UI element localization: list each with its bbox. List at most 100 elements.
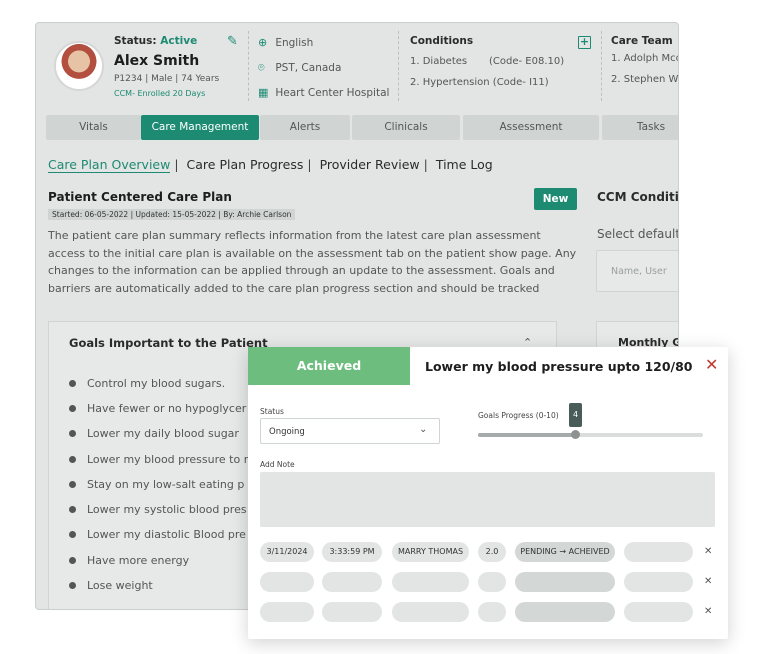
separator: | [307, 157, 312, 172]
log-placeholder [515, 602, 615, 622]
select-default-label: Select default [597, 227, 679, 241]
goal-text: Lower my blood pressure to r [87, 453, 249, 466]
status-line: Status: Active [114, 35, 197, 47]
progress-fill [478, 433, 575, 437]
goal-text: Have more energy [87, 554, 190, 567]
achieved-badge: Achieved [248, 347, 410, 385]
log-transition: PENDING → ACHEIVED [515, 542, 615, 562]
separator: | [423, 157, 428, 172]
condition-item: 1. Diabetes [410, 56, 468, 67]
enrollment-info: CCM- Enrolled 20 Days [114, 89, 206, 98]
name-user-placeholder: Name, User [611, 266, 667, 277]
new-button[interactable]: New [534, 188, 577, 210]
language-row: ⊕ English [258, 36, 313, 49]
condition-code: (Code- E08.10) [489, 56, 565, 67]
patient-avatar [54, 41, 104, 91]
name-user-input[interactable]: Name, User [596, 250, 678, 292]
log-placeholder [478, 572, 506, 592]
bullet-icon [69, 429, 76, 437]
goal-item: Control my blood sugars. [69, 377, 225, 390]
close-icon[interactable]: ✕ [705, 357, 718, 373]
subnav-time-log[interactable]: Time Log [436, 157, 493, 172]
goal-item: Lower my systolic blood pres [69, 503, 247, 516]
progress-value-badge: 4 [569, 403, 582, 427]
tab-care-management[interactable]: Care Management [141, 115, 259, 140]
subnav-care-plan-progress[interactable]: Care Plan Progress [187, 157, 304, 172]
patient-meta: P1234 | Male | 74 Years [114, 74, 220, 84]
log-date: 3/11/2024 [260, 542, 314, 562]
goal-text: Lose weight [87, 579, 153, 592]
patient-header: Status: Active ✎ Alex Smith P1234 | Male… [36, 23, 679, 109]
log-placeholder [478, 602, 506, 622]
goal-item: Lower my blood pressure to r [69, 453, 248, 466]
goal-text: Lower my diastolic Blood pre [87, 528, 246, 541]
log-empty-cell [624, 542, 693, 562]
tab-assessment[interactable]: Assessment [463, 115, 599, 140]
care-plan-title: Patient Centered Care Plan [48, 190, 232, 204]
status-select-value: Ongoing [269, 427, 305, 437]
location-pin-icon: ⌾ [258, 61, 265, 74]
delete-row-icon[interactable]: ✕ [704, 606, 712, 617]
goal-text: Lower my systolic blood pres [87, 503, 247, 516]
tab-clinicals[interactable]: Clinicals [352, 115, 460, 140]
timezone-row: ⌾ PST, Canada [258, 61, 341, 75]
log-placeholder [515, 572, 615, 592]
care-team-member: 2. Stephen W [611, 74, 679, 85]
log-placeholder [624, 572, 693, 592]
bullet-icon [69, 581, 76, 589]
delete-row-icon[interactable]: ✕ [704, 576, 712, 587]
tab-vitals[interactable]: Vitals [46, 115, 141, 140]
goal-text: Control my blood sugars. [87, 377, 226, 390]
log-user: MARRY THOMAS [392, 542, 469, 562]
goals-title: Goals Important to the Patient [69, 336, 268, 350]
goal-item: Have fewer or no hypoglycer [69, 402, 246, 415]
delete-row-icon[interactable]: ✕ [704, 546, 712, 557]
main-tabs: Vitals Care Management Alerts Clinicals … [46, 115, 678, 140]
ccm-condition-title: CCM Condition [597, 190, 679, 204]
bullet-icon [69, 404, 76, 412]
divider [601, 31, 602, 101]
care-team-member: 1. Adolph Mcc [611, 53, 679, 64]
subnav-provider-review[interactable]: Provider Review [320, 157, 420, 172]
timezone-value: PST, Canada [275, 62, 342, 74]
bullet-icon [69, 379, 76, 387]
slider-handle[interactable] [570, 430, 580, 439]
progress-slider[interactable] [478, 430, 703, 439]
goal-item: Have more energy [69, 554, 189, 567]
log-time: 3:33:59 PM [322, 542, 382, 562]
goal-update-modal: Achieved Lower my blood pressure upto 12… [248, 347, 728, 639]
add-condition-icon[interactable]: + [578, 36, 591, 49]
progress-label: Goals Progress (0-10) [478, 411, 559, 420]
log-placeholder [322, 572, 382, 592]
note-label: Add Note [260, 460, 295, 469]
separator: | [174, 157, 179, 172]
care-plan-subnav: Care Plan Overview | Care Plan Progress | … [48, 157, 497, 173]
care-team-title: Care Team [611, 35, 673, 47]
building-icon: ▦ [258, 86, 269, 99]
status-value: Active [160, 35, 198, 47]
goal-text: Lower my daily blood sugar [87, 427, 239, 440]
divider [248, 31, 249, 101]
subnav-care-plan-overview[interactable]: Care Plan Overview [48, 157, 171, 173]
log-version: 2.0 [478, 542, 506, 562]
tab-alerts[interactable]: Alerts [260, 115, 350, 140]
care-plan-description: The patient care plan summary reflects i… [48, 229, 577, 295]
bullet-icon [69, 530, 76, 538]
status-field-label: Status [260, 407, 284, 416]
log-placeholder [624, 602, 693, 622]
add-note-textarea[interactable] [260, 472, 715, 527]
bullet-icon [69, 455, 76, 463]
log-placeholder [260, 602, 314, 622]
status-label: Status: [114, 35, 157, 47]
pencil-icon[interactable]: ✎ [227, 35, 241, 49]
goal-item: Stay on my low-salt eating p [69, 478, 244, 491]
hospital-value: Heart Center Hospital [275, 87, 390, 99]
conditions-title: Conditions [410, 35, 474, 47]
tab-tasks[interactable]: Tasks [602, 115, 678, 140]
condition-item: 2. Hypertension (Code- I11) [410, 77, 549, 88]
globe-icon: ⊕ [258, 36, 268, 49]
status-select[interactable]: Ongoing ⌄ [260, 418, 440, 444]
bullet-icon [69, 505, 76, 513]
goal-text: Stay on my low-salt eating p [87, 478, 245, 491]
goal-item: Lower my diastolic Blood pre [69, 528, 246, 541]
